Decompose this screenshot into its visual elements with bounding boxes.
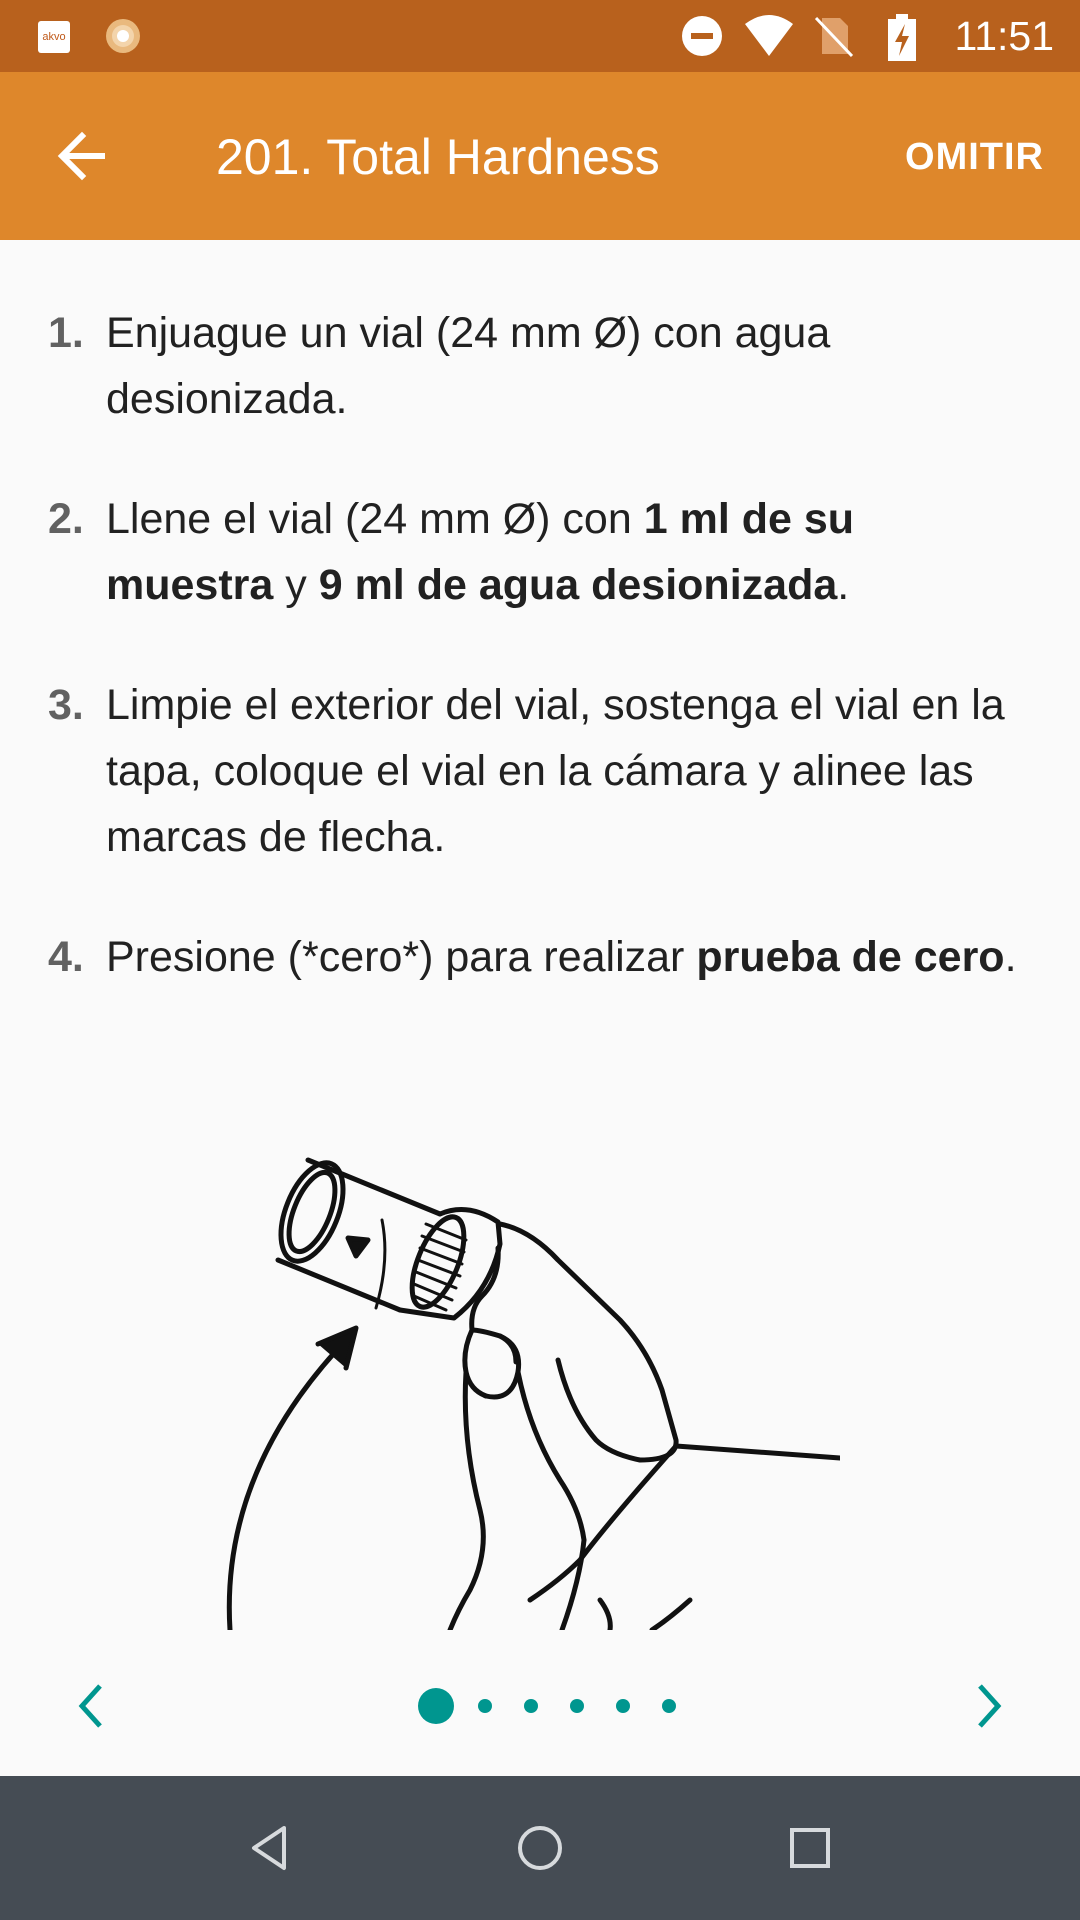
recents-square-icon[interactable] <box>784 1822 836 1874</box>
instruction-step: 2. Llene el vial (24 mm Ø) con 1 ml de s… <box>0 486 1080 618</box>
step-text: . <box>1004 933 1017 981</box>
sun-icon <box>106 19 140 53</box>
step-number: 4. <box>48 933 84 981</box>
skip-button[interactable]: OMITIR <box>905 132 1044 182</box>
step-text: Enjuague un vial (24 mm Ø) con agua desi… <box>106 309 831 423</box>
page-dot <box>478 1699 492 1713</box>
step-text: Limpie el exterior del vial, sostenga el… <box>106 681 1005 861</box>
step-number: 1. <box>48 309 84 357</box>
page-dot <box>616 1699 630 1713</box>
pager <box>0 1660 1080 1750</box>
wifi-icon <box>745 15 793 56</box>
instruction-step: 1. Enjuague un vial (24 mm Ø) con agua d… <box>0 300 1080 432</box>
back-triangle-icon[interactable] <box>244 1822 296 1874</box>
do-not-disturb-icon <box>682 16 722 56</box>
step-number: 3. <box>48 681 84 729</box>
status-bar: akvo 11:51 <box>0 0 1080 72</box>
home-circle-icon[interactable] <box>514 1822 566 1874</box>
akvo-icon: akvo <box>38 21 70 53</box>
page-indicator <box>418 1686 676 1726</box>
step-text-bold: prueba de cero <box>696 933 1005 981</box>
page-dot <box>662 1699 676 1713</box>
no-sim-icon <box>814 16 854 58</box>
clock: 11:51 <box>954 13 1054 59</box>
system-nav-bar <box>0 1776 1080 1920</box>
instruction-step: 4. Presione (*cero*) para realizar prueb… <box>0 924 1080 990</box>
step-text-bold: 9 ml de agua desionizada <box>318 561 838 609</box>
step-text: Llene el vial (24 mm Ø) con <box>106 495 644 543</box>
step-text: . <box>837 561 850 609</box>
page-title: 201. Total Hardness <box>216 129 660 185</box>
step-text: y <box>273 561 319 609</box>
step-number: 2. <box>48 495 84 543</box>
step-text: Presione (*cero*) para realizar <box>106 933 697 981</box>
page-dot-active <box>418 1688 454 1724</box>
page-dot <box>524 1699 538 1713</box>
app-bar: 201. Total Hardness OMITIR <box>0 72 1080 240</box>
arrow-left-icon[interactable] <box>40 112 128 200</box>
chevron-left-icon[interactable] <box>68 1676 112 1736</box>
battery-charging-icon <box>888 14 916 61</box>
instruction-list: 1. Enjuague un vial (24 mm Ø) con agua d… <box>0 300 1080 1044</box>
instruction-step: 3. Limpie el exterior del vial, sostenga… <box>0 672 1080 870</box>
page-dot <box>570 1699 584 1713</box>
hand-holding-vial-illustration <box>226 1157 840 1630</box>
chevron-right-icon[interactable] <box>968 1676 1012 1736</box>
